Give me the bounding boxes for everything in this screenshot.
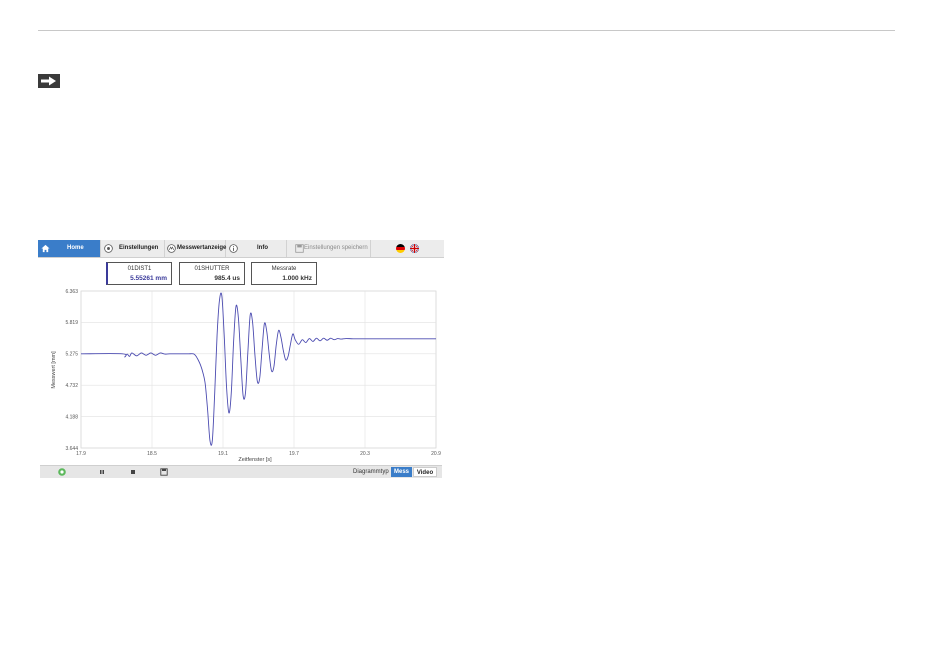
nav-bar: Home Einstellungen Messwertanzeige Info (38, 240, 444, 258)
german-flag-icon[interactable] (396, 244, 405, 253)
value-box-shutter[interactable]: 01SHUTTER 985.4 us (179, 262, 245, 285)
x-tick-label: 20.3 (360, 451, 370, 457)
value-box-rate[interactable]: Messrate 1.000 kHz (251, 262, 317, 285)
top-divider (38, 30, 895, 31)
y-tick-labels: 6.3635.8195.2754.7324.1883.644 (65, 289, 78, 452)
value-box-title: 01DIST1 (127, 266, 152, 272)
save-data-icon[interactable] (160, 468, 168, 476)
y-tick-label: 4.188 (65, 414, 78, 420)
y-tick-label: 4.732 (65, 383, 78, 389)
home-icon (41, 244, 50, 253)
tab-measurement-display-label: Messwertanzeige (177, 245, 227, 251)
save-settings-button[interactable]: Einstellungen speichern (287, 240, 371, 257)
gauge-icon (167, 244, 176, 253)
gear-icon (104, 244, 113, 253)
uk-flag-icon[interactable] (410, 244, 419, 253)
mode-measurement-button[interactable]: Mess (391, 467, 412, 477)
value-box-title: Messrate (271, 266, 297, 272)
value-box-value: 1.000 kHz (282, 275, 312, 282)
record-icon[interactable] (58, 468, 66, 476)
arrow-right-icon (38, 74, 60, 88)
tab-measurement-display[interactable]: Messwertanzeige (165, 240, 226, 257)
mode-video-button[interactable]: Video (413, 467, 437, 477)
y-axis-label: Messwert [mm] (51, 351, 57, 389)
value-box-title: 01SHUTTER (194, 266, 230, 272)
save-icon (295, 244, 304, 253)
tab-info[interactable]: Info (226, 240, 287, 257)
y-tick-label: 5.819 (65, 320, 78, 326)
x-tick-label: 19.1 (218, 451, 228, 457)
y-tick-label: 6.363 (65, 289, 78, 295)
pause-icon[interactable] (98, 468, 106, 476)
x-tick-label: 20.9 (431, 451, 441, 457)
value-box-value: 5.55261 mm (130, 275, 167, 282)
x-tick-label: 17.9 (76, 451, 86, 457)
tab-home-label: Home (67, 245, 84, 251)
y-tick-label: 5.275 (65, 352, 78, 358)
tab-settings[interactable]: Einstellungen (101, 240, 165, 257)
x-tick-label: 19.7 (289, 451, 299, 457)
x-tick-label: 18.5 (147, 451, 157, 457)
value-box-dist[interactable]: 01DIST1 5.55261 mm (106, 262, 172, 285)
plot-area (80, 290, 437, 449)
stop-icon[interactable] (129, 468, 137, 476)
save-settings-label: Einstellungen speichern (304, 245, 368, 251)
info-icon (229, 244, 238, 253)
tab-settings-label: Einstellungen (119, 245, 159, 251)
measurement-chart: 6.3635.8195.2754.7324.1883.644 17.9 18.5 1… (51, 289, 441, 463)
diagram-type-label: Diagrammtyp (353, 469, 389, 475)
web-interface: Home Einstellungen Messwertanzeige Info (38, 240, 444, 478)
tab-home[interactable]: Home (38, 240, 101, 257)
bottom-toolbar: Diagrammtyp Mess Video (40, 465, 442, 478)
tab-info-label: Info (257, 245, 268, 251)
chart-grid (80, 290, 437, 449)
x-axis-label: Zeitfenster [s] (238, 457, 272, 463)
value-box-value: 985.4 us (214, 275, 240, 282)
